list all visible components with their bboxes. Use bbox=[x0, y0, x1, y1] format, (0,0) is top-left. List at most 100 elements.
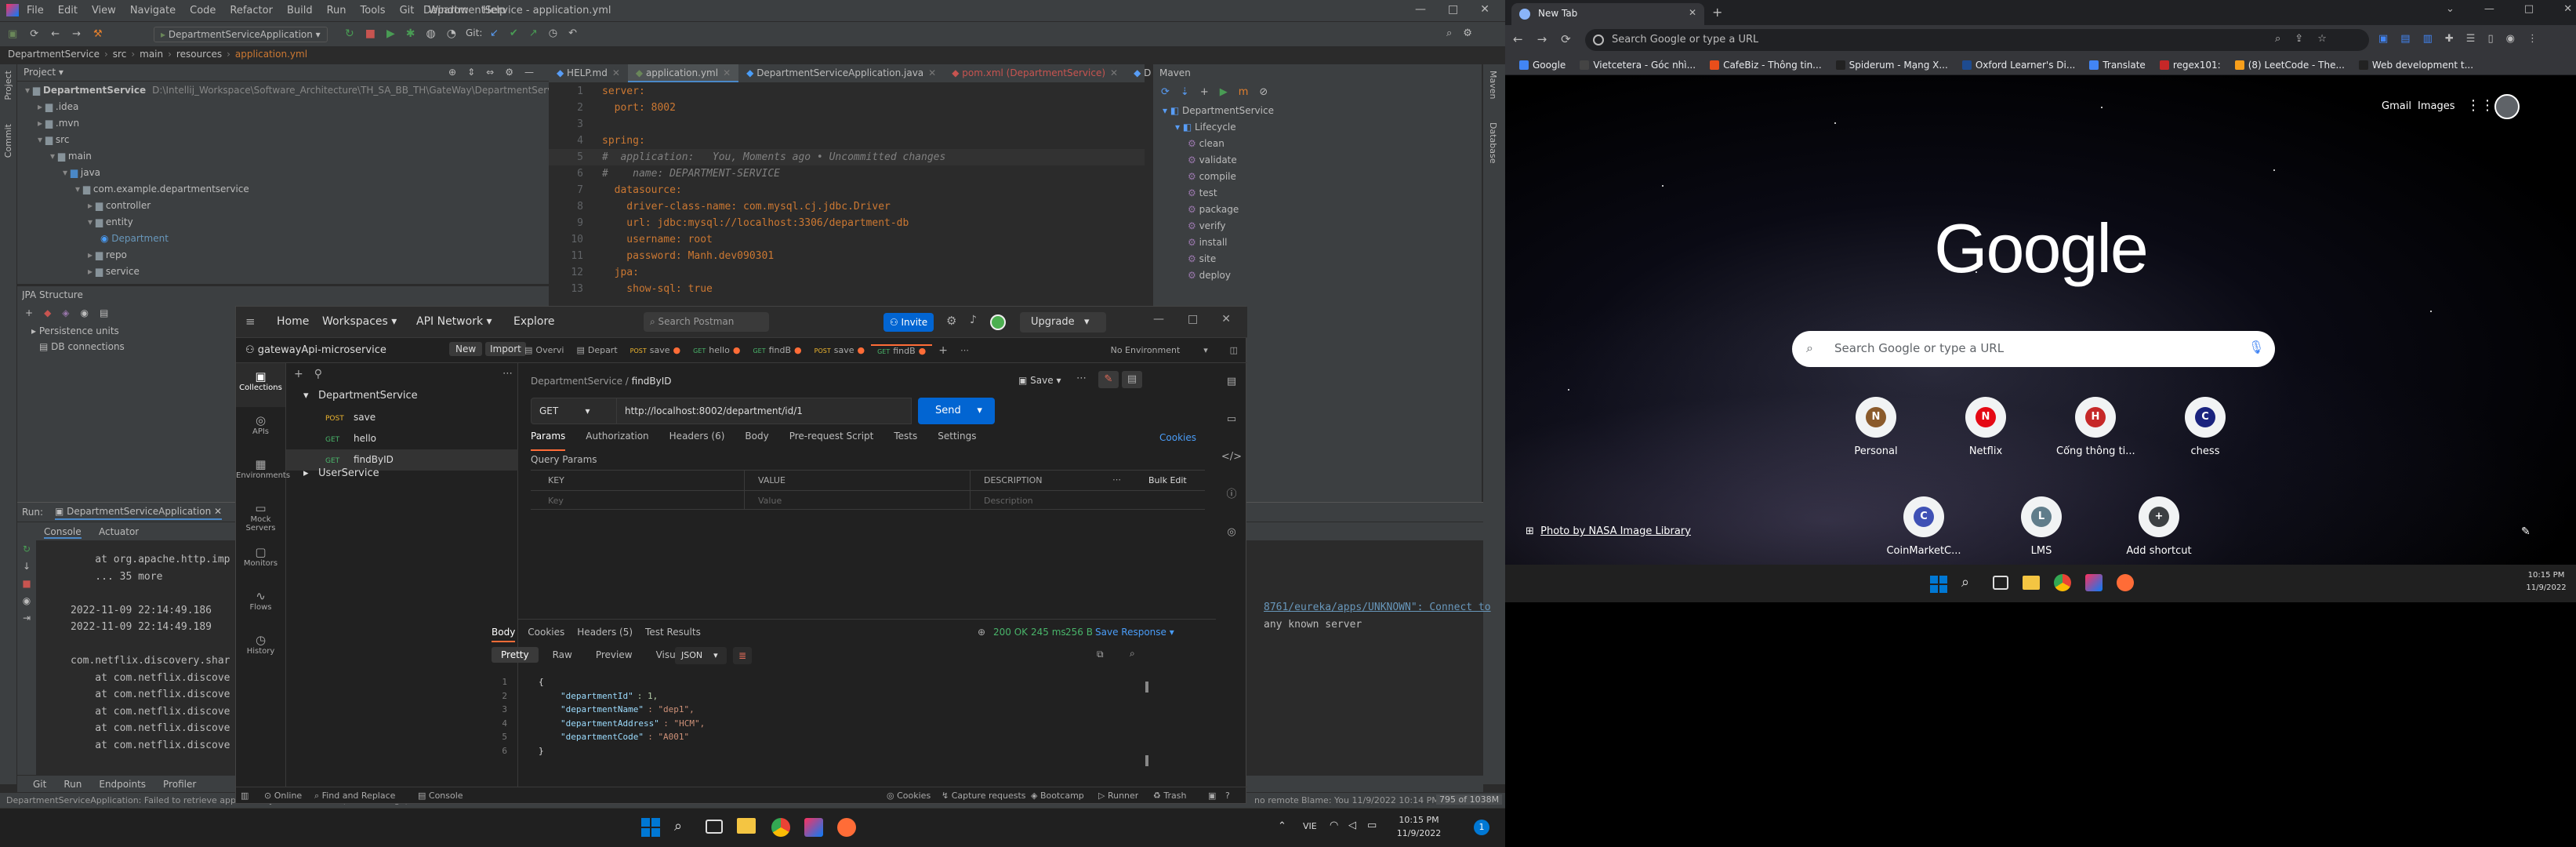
bulk-edit-link[interactable]: Bulk Edit bbox=[1148, 475, 1187, 485]
response-time[interactable]: 245 ms bbox=[1031, 627, 1066, 638]
response-status[interactable]: 200 OK bbox=[993, 627, 1028, 638]
console-tab[interactable]: Console bbox=[44, 526, 82, 539]
sidebar-monitors[interactable]: ▢ Monitors bbox=[236, 539, 285, 583]
environment-select[interactable]: No Environment ▾ bbox=[1103, 345, 1221, 355]
tree-item[interactable]: ▸ ▆ controller bbox=[17, 200, 549, 216]
edit-icon[interactable]: ✎ bbox=[1098, 371, 1119, 388]
chevron-icon[interactable]: ▸ bbox=[38, 118, 45, 129]
nav-home[interactable]: Home bbox=[277, 315, 309, 328]
description-input[interactable]: Description bbox=[984, 496, 1033, 506]
subtab-5[interactable]: Tests bbox=[894, 431, 917, 451]
chrome-tabsearch-icon[interactable]: ⌄ bbox=[2446, 3, 2454, 15]
chrome-minimize-icon[interactable]: — bbox=[2484, 3, 2494, 15]
shortcut-tile[interactable]: L LMS bbox=[2002, 496, 2081, 557]
status-remote[interactable]: no remote bbox=[1254, 795, 1299, 805]
sidebar-toggle-icon[interactable]: ▥ bbox=[241, 791, 249, 801]
tab-close-icon[interactable]: ✕ bbox=[723, 67, 731, 78]
editor-tab[interactable]: ◆ pom.xml (DepartmentService) ✕ bbox=[944, 64, 1126, 82]
breadcrumb-item[interactable]: application.yml bbox=[235, 49, 307, 64]
request-item[interactable]: GET hello bbox=[286, 428, 518, 449]
bottom-tab-run[interactable]: Run bbox=[63, 779, 82, 790]
git-push-icon[interactable]: ↗ bbox=[529, 27, 538, 39]
sidebar-apis[interactable]: ◎ APIs bbox=[236, 407, 285, 451]
project-tool-tab[interactable]: Project bbox=[3, 71, 13, 100]
options-icon[interactable]: ⚙ bbox=[505, 67, 513, 78]
new-button[interactable]: New bbox=[449, 342, 483, 356]
chevron-icon[interactable]: ▸ bbox=[88, 200, 96, 211]
add-maven-icon[interactable]: + bbox=[1200, 86, 1209, 98]
editor-tab[interactable]: ◆ HELP.md ✕ bbox=[549, 64, 628, 82]
tab-close-icon[interactable]: ✕ bbox=[612, 67, 620, 78]
view-tab-preview[interactable]: Preview bbox=[586, 647, 642, 663]
bookmark-item[interactable]: Spiderum - Mạng X... bbox=[1835, 60, 1948, 71]
response-tab-1[interactable]: Cookies bbox=[528, 627, 564, 642]
subtab-6[interactable]: Settings bbox=[938, 431, 976, 451]
customize-icon[interactable]: ✎ bbox=[2521, 525, 2543, 547]
clock-date[interactable]: 11/9/2022 bbox=[1395, 828, 1442, 838]
bookmark-star-icon[interactable]: ☆ bbox=[2317, 33, 2327, 45]
apps-grid-icon[interactable]: ⋮⋮ bbox=[2466, 97, 2494, 114]
request-tab[interactable]: POST save ● bbox=[624, 345, 687, 355]
more-icon[interactable]: ⋯ bbox=[503, 368, 513, 380]
bookmark-item[interactable]: Web development t... bbox=[2358, 60, 2473, 71]
project-label[interactable]: Project ▾ bbox=[24, 67, 63, 78]
camera-icon[interactable]: ◉ bbox=[17, 592, 36, 609]
postman-search[interactable]: ⌕ Search Postman bbox=[644, 312, 769, 332]
url-input[interactable]: http://localhost:8002/department/id/1 bbox=[617, 398, 912, 424]
chevron-icon[interactable]: ▾ bbox=[50, 151, 58, 162]
tree-item[interactable]: ▾ ▆ entity bbox=[17, 216, 549, 233]
intellij-taskbar-icon[interactable] bbox=[804, 818, 823, 837]
clock-date-2[interactable]: 11/9/2022 bbox=[2524, 583, 2568, 592]
expand-icon[interactable]: ⇕ bbox=[467, 67, 475, 78]
ntp-search-box[interactable]: ⌕ Search Google or type a URL 🎙 bbox=[1792, 331, 2275, 367]
shortcut-tile[interactable]: N Netflix bbox=[1947, 397, 2025, 457]
tree-item[interactable]: ▸ ▆ repo bbox=[17, 249, 549, 266]
chevron-icon[interactable]: ▾ bbox=[63, 167, 71, 178]
console-icon[interactable]: ▤ bbox=[100, 307, 108, 318]
git-update-icon[interactable]: ↙ bbox=[490, 27, 499, 39]
menu-git[interactable]: Git bbox=[400, 5, 415, 16]
run-maven-icon[interactable]: ▶ bbox=[1220, 86, 1228, 98]
start-icon-2[interactable] bbox=[1930, 576, 1947, 593]
response-tab-3[interactable]: Test Results bbox=[645, 627, 701, 642]
chrome-taskbar-icon[interactable] bbox=[771, 818, 790, 837]
jpa-item-persistence[interactable]: ▸ Persistence units bbox=[31, 325, 119, 336]
chrome-forward-icon[interactable]: → bbox=[1537, 32, 1547, 46]
run-config-select[interactable]: ▸ DepartmentServiceApplication ▾ bbox=[154, 27, 328, 42]
footer-bootcamp[interactable]: ◈ Bootcamp bbox=[1031, 791, 1084, 801]
footer-runner[interactable]: ▷ Runner bbox=[1098, 791, 1138, 801]
bookmark-item[interactable]: Vietcetera - Góc nhì... bbox=[1580, 60, 1696, 71]
save-all-icon[interactable]: ▣ bbox=[8, 28, 17, 40]
maven-item[interactable]: ⚙ verify bbox=[1153, 220, 1482, 237]
sidepanel-icon[interactable]: ▯ bbox=[2487, 33, 2493, 45]
tab-new-tab[interactable]: New Tab ✕ bbox=[1511, 3, 1704, 25]
key-input[interactable]: Key bbox=[548, 496, 564, 506]
shortcut-tile[interactable]: C CoinMarketC... bbox=[1885, 496, 1963, 557]
chrome-menu-icon[interactable]: ⋮ bbox=[2527, 33, 2538, 45]
jpa-icon[interactable]: ◆ bbox=[44, 307, 51, 318]
code-rail-icon[interactable]: </> bbox=[1217, 438, 1246, 476]
settings-icon[interactable]: ⚙ bbox=[1463, 27, 1472, 39]
clock-time-2[interactable]: 10:15 PM bbox=[2524, 571, 2568, 580]
avatar[interactable] bbox=[990, 314, 1006, 330]
chrome-back-icon[interactable]: ← bbox=[1513, 32, 1523, 46]
reimport-icon[interactable]: ⇣ bbox=[1181, 86, 1189, 98]
history-icon[interactable]: ◷ bbox=[549, 27, 557, 39]
bell-icon[interactable]: ♪ bbox=[970, 314, 977, 326]
value-input[interactable]: Value bbox=[758, 496, 782, 506]
bookmark-item[interactable]: Oxford Learner's Di... bbox=[1961, 60, 2075, 71]
format-select[interactable]: JSON ▾ bbox=[675, 647, 727, 664]
response-tab-0[interactable]: Body bbox=[492, 627, 516, 642]
maven-item[interactable]: ⚙ package bbox=[1153, 204, 1482, 220]
postman-taskbar-icon[interactable] bbox=[837, 818, 856, 837]
pm-minimize-icon[interactable]: — bbox=[1153, 313, 1164, 325]
ext-three-icon[interactable]: ▥ bbox=[2423, 33, 2433, 45]
sidebar-collections[interactable]: ▣ Collections bbox=[236, 363, 285, 407]
shortcut-tile[interactable]: H Cổng thông ti... bbox=[2056, 397, 2135, 457]
footer-trash[interactable]: ♻ Trash bbox=[1153, 791, 1186, 801]
subtab-0[interactable]: Params bbox=[531, 431, 566, 451]
copy-icon[interactable]: ⧉ bbox=[1097, 649, 1104, 660]
chevron-icon[interactable]: ▾ bbox=[88, 216, 96, 227]
notification-badge[interactable]: 1 bbox=[1474, 820, 1489, 835]
account-avatar[interactable] bbox=[2494, 94, 2520, 119]
